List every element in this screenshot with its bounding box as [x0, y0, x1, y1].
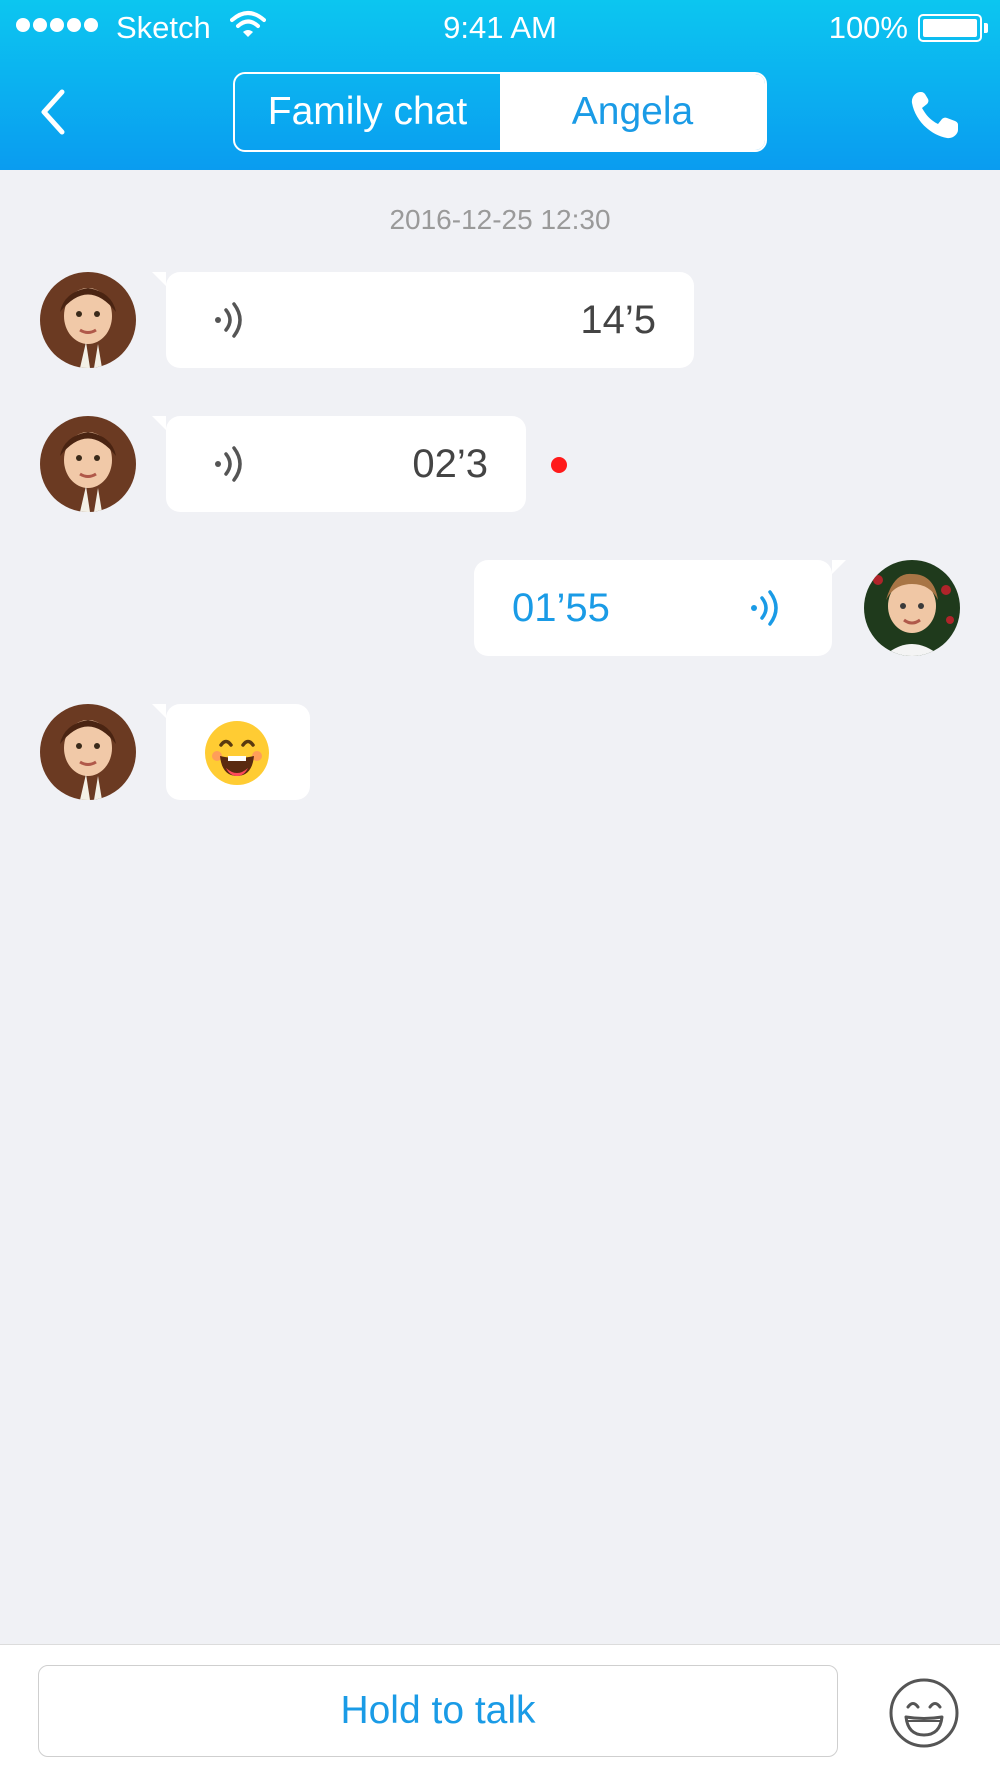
unread-dot [551, 457, 567, 473]
phone-icon[interactable] [906, 88, 962, 144]
voice-wave-icon [751, 590, 778, 626]
voice-message-bubble[interactable]: 02’3 [152, 416, 526, 512]
battery-icon [918, 14, 988, 42]
status-bar: Sketch 9:41 AM 100% [0, 0, 1000, 58]
back-chevron-icon[interactable] [30, 82, 80, 142]
voice-duration: 02’3 [412, 442, 488, 486]
voice-wave-icon [215, 446, 242, 482]
input-bar: Hold to talk [0, 1644, 1000, 1779]
voice-message-bubble[interactable]: 14’5 [152, 272, 694, 368]
emoji-message-bubble[interactable] [152, 704, 310, 800]
avatar-angela[interactable] [40, 272, 136, 368]
chat-segmented-control: Family chat Angela [233, 72, 767, 152]
avatar-angela[interactable] [40, 416, 136, 512]
voice-duration: 01’55 [512, 586, 610, 630]
voice-duration: 14’5 [580, 298, 656, 342]
nav-header: Sketch 9:41 AM 100% Family chat Angela [0, 0, 1000, 170]
avatar-angela[interactable] [40, 704, 136, 800]
emoji-button-icon[interactable] [888, 1677, 960, 1749]
chat-date-label: 2016-12-25 12:30 [389, 204, 611, 235]
battery-percent: 100% [828, 10, 908, 45]
voice-message-bubble[interactable]: 01’55 [474, 560, 846, 656]
hold-to-talk-button[interactable]: Hold to talk [38, 1665, 838, 1757]
voice-wave-icon [215, 302, 242, 338]
grinning-face-icon [205, 721, 269, 785]
tab-family-chat[interactable]: Family chat [235, 74, 500, 150]
avatar-self[interactable] [864, 560, 960, 656]
tab-angela[interactable]: Angela [500, 74, 765, 150]
